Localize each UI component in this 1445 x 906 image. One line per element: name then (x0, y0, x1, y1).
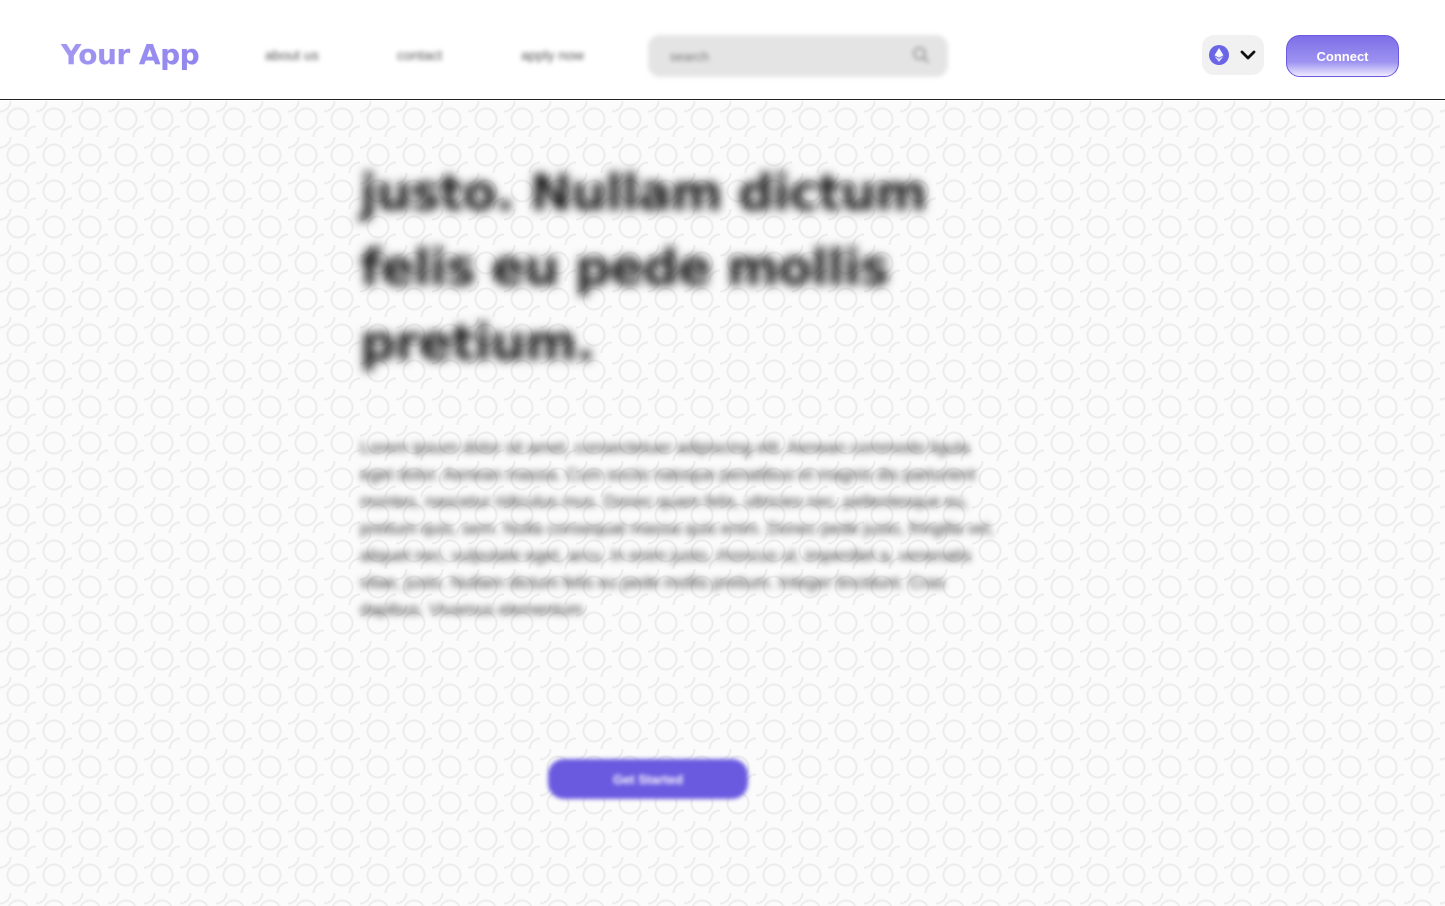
search-bar (648, 35, 948, 77)
hero-headline: justo. Nullam dictum felis eu pede molli… (360, 164, 927, 372)
ethereum-icon (1209, 45, 1229, 65)
header: Your App about us contact apply now Conn… (0, 0, 1445, 100)
app-logo[interactable]: Your App (61, 38, 200, 71)
search-input[interactable] (670, 47, 890, 65)
hero-section: justo. Nullam dictum felis eu pede molli… (0, 101, 1445, 906)
hero-paragraph: Lorem ipsum dolor sit amet, consectetuer… (360, 438, 995, 619)
search-icon[interactable] (912, 46, 930, 64)
get-started-button[interactable]: Get Started (548, 759, 748, 799)
connect-button[interactable]: Connect (1286, 35, 1399, 77)
nav-link-apply-now[interactable]: apply now (521, 47, 584, 63)
nav-link-contact[interactable]: contact (397, 47, 442, 63)
nav-link-about-us[interactable]: about us (265, 47, 319, 63)
chevron-down-icon (1240, 50, 1256, 60)
network-selector[interactable] (1202, 35, 1264, 75)
